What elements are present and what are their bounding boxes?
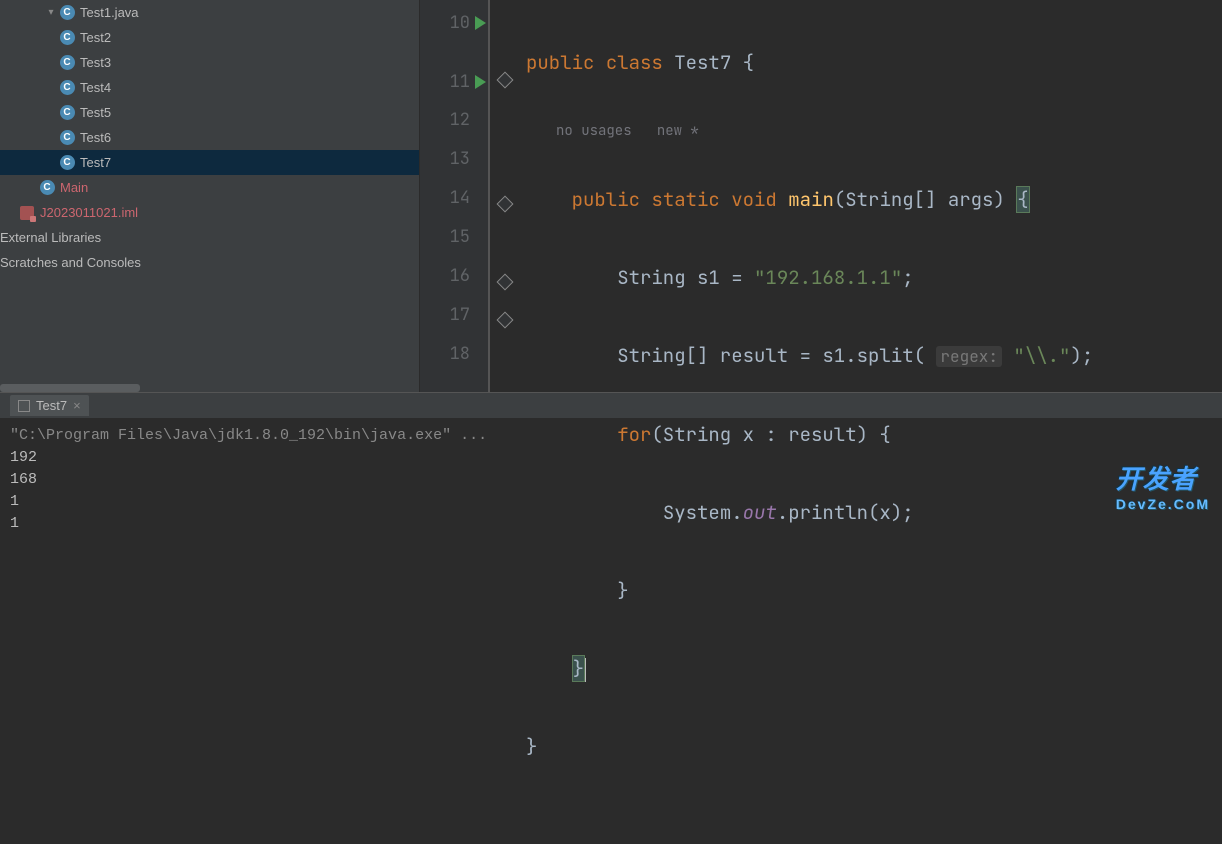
line-number[interactable]: 15 bbox=[420, 218, 470, 257]
java-class-icon: C bbox=[58, 29, 76, 47]
run-gutter-icon[interactable] bbox=[475, 75, 486, 89]
fold-handle-icon[interactable] bbox=[497, 72, 514, 89]
line-number[interactable]: 12 bbox=[420, 101, 470, 140]
run-gutter-icon[interactable] bbox=[475, 16, 486, 30]
line-number[interactable]: 10 bbox=[420, 4, 470, 43]
console-tab-icon bbox=[18, 400, 30, 412]
project-sidebar[interactable]: ▾CTest1.javaCTest2CTest3CTest4CTest5CTes… bbox=[0, 0, 420, 392]
external-libraries[interactable]: External Libraries bbox=[0, 225, 419, 250]
java-class-icon: C bbox=[58, 4, 76, 22]
java-class-icon: C bbox=[58, 154, 76, 172]
tree-item-test7[interactable]: C Test7 bbox=[0, 150, 419, 175]
line-number[interactable]: 17 bbox=[420, 296, 470, 335]
fold-handle-icon[interactable] bbox=[497, 196, 514, 213]
tree-item-test5[interactable]: C Test5 bbox=[0, 100, 419, 125]
tree-item-test3[interactable]: C Test3 bbox=[0, 50, 419, 75]
java-class-icon: C bbox=[60, 80, 75, 95]
scratches-consoles[interactable]: Scratches and Consoles bbox=[0, 250, 419, 275]
tree-item-label: Test4 bbox=[80, 80, 111, 95]
iml-file-icon bbox=[18, 204, 36, 222]
java-class-icon: C bbox=[58, 54, 76, 72]
code-line: } bbox=[526, 727, 1222, 766]
tree-item-test6[interactable]: C Test6 bbox=[0, 125, 419, 150]
code-line: String[] result = s1.split( regex: "\\."… bbox=[526, 336, 1222, 376]
console-tab-label: Test7 bbox=[36, 398, 67, 413]
line-number[interactable]: 14 bbox=[420, 179, 470, 218]
console-tab[interactable]: Test7 × bbox=[10, 395, 89, 416]
java-class-icon: C bbox=[60, 55, 75, 70]
chevron-icon[interactable]: ▾ bbox=[44, 7, 58, 18]
code-line: } bbox=[526, 649, 1222, 688]
tree-item-label: J2023011021.iml bbox=[40, 205, 138, 220]
fold-handle-icon[interactable] bbox=[497, 274, 514, 291]
tree-item-label: Test5 bbox=[80, 105, 111, 120]
java-class-icon: C bbox=[38, 179, 56, 197]
tree-item-label: Main bbox=[60, 180, 88, 195]
java-class-icon: C bbox=[58, 129, 76, 147]
sidebar-scrollbar[interactable] bbox=[0, 384, 419, 392]
tree-item-j2023011021-iml[interactable]: J2023011021.iml bbox=[0, 200, 419, 225]
code-line: } bbox=[526, 571, 1222, 610]
line-number[interactable]: 16 bbox=[420, 257, 470, 296]
tree-item-test4[interactable]: C Test4 bbox=[0, 75, 419, 100]
line-number[interactable]: 11 bbox=[420, 43, 470, 101]
gutter[interactable]: 10 11 12 13 14 15 16 17 18 bbox=[420, 0, 488, 392]
java-class-icon: C bbox=[60, 155, 75, 170]
fold-handle-icon[interactable] bbox=[497, 312, 514, 329]
java-class-icon: C bbox=[60, 30, 75, 45]
caret bbox=[585, 658, 586, 682]
tree-item-label: Test6 bbox=[80, 130, 111, 145]
close-icon[interactable]: × bbox=[73, 398, 81, 413]
tree-item-main[interactable]: C Main bbox=[0, 175, 419, 200]
line-number[interactable]: 13 bbox=[420, 140, 470, 179]
java-class-icon: C bbox=[60, 130, 75, 145]
fold-column[interactable] bbox=[488, 0, 516, 392]
code-area[interactable]: public class Test7 { no usages new * pub… bbox=[516, 0, 1222, 392]
java-class-icon: C bbox=[60, 5, 75, 20]
iml-file-icon bbox=[20, 206, 34, 220]
java-class-icon: C bbox=[58, 104, 76, 122]
code-editor[interactable]: 10 11 12 13 14 15 16 17 18 public class … bbox=[420, 0, 1222, 392]
tree-item-test1-java[interactable]: ▾C Test1.java bbox=[0, 0, 419, 25]
code-line: public static void main(String[] args) { bbox=[526, 180, 1222, 219]
java-class-icon: C bbox=[60, 105, 75, 120]
tree-item-label: Test1.java bbox=[80, 5, 139, 20]
tree-item-label: Test7 bbox=[80, 155, 111, 170]
java-class-icon: C bbox=[58, 79, 76, 97]
tree-item-label: Test3 bbox=[80, 55, 111, 70]
usages-hint: no usages new * bbox=[556, 121, 1222, 141]
line-number[interactable]: 18 bbox=[420, 335, 470, 374]
code-line: String s1 = "192.168.1.1"; bbox=[526, 258, 1222, 297]
tree-item-test2[interactable]: C Test2 bbox=[0, 25, 419, 50]
java-class-icon: C bbox=[40, 180, 55, 195]
watermark: 开发者 DevZe.CoM bbox=[1116, 459, 1210, 512]
tree-item-label: Test2 bbox=[80, 30, 111, 45]
code-line: for(String x : result) { bbox=[526, 415, 1222, 454]
code-line: public class Test7 { bbox=[526, 43, 1222, 82]
